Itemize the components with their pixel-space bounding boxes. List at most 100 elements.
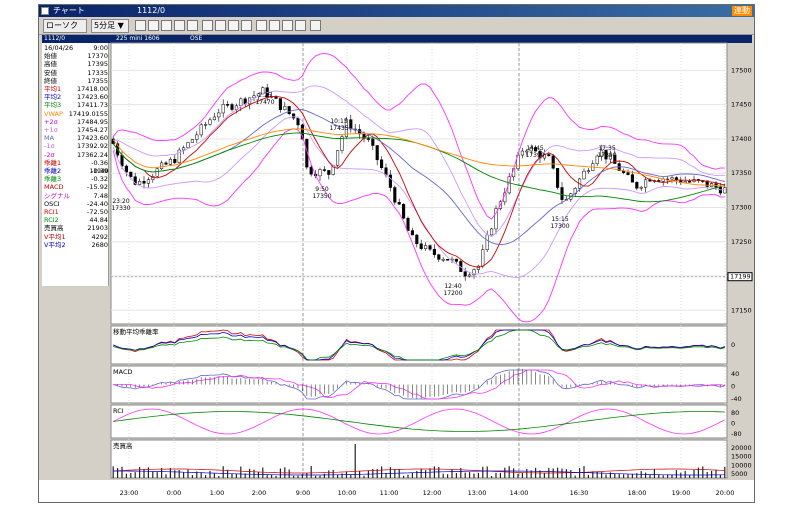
candle-body [723, 187, 727, 194]
time-tick-label: 10:00 [338, 489, 357, 497]
price-annotation-value: 17435 [329, 125, 348, 132]
candle-body [160, 162, 164, 170]
price-annotation-value: 17390 [597, 152, 616, 159]
time-tick-label: 20:00 [716, 489, 735, 497]
candle-body [406, 217, 410, 231]
candle-body [168, 158, 172, 165]
candle-body [327, 170, 331, 175]
price-annotation-time: 17:35 [598, 145, 615, 152]
candle-body [186, 142, 190, 149]
candle-body [432, 248, 436, 255]
price-tick-label: 17400 [731, 135, 752, 143]
price-tick-label: 17300 [731, 203, 752, 211]
time-tick-label: 13:00 [468, 489, 487, 497]
time-tick-label: 12:00 [423, 489, 442, 497]
macd-tick-label: 40 [731, 370, 739, 378]
candle-body [481, 249, 485, 267]
price-annotation-time: 15:15 [551, 216, 568, 223]
candle-body [204, 124, 208, 126]
time-tick-label: 0:00 [167, 489, 182, 497]
price-annotation-value: 17200 [443, 290, 462, 297]
candle-body [441, 259, 445, 261]
candle-body [366, 138, 370, 140]
candle-body [199, 124, 203, 136]
rci-panel [110, 404, 728, 439]
candle-body [454, 258, 458, 262]
current-price-label: 17199 [730, 273, 751, 281]
candle-body [371, 138, 375, 146]
candle-body [195, 134, 199, 140]
time-tick-label: 2:00 [252, 489, 267, 497]
candle-body [375, 145, 379, 161]
volume-tick-label: 15000 [731, 453, 752, 461]
price-annotation-value: 17390 [525, 152, 544, 159]
macd-tick-label: 0 [731, 383, 735, 391]
candle-body [138, 180, 142, 185]
candle-body [410, 230, 414, 236]
candle-body [349, 119, 353, 130]
candle-body [164, 162, 168, 165]
candle-body [296, 117, 300, 126]
candle-body [639, 186, 643, 189]
candle-body [683, 181, 687, 183]
candle-body [155, 168, 159, 177]
price-annotation-time: 14:45 [526, 145, 543, 152]
time-tick-label: 23:00 [120, 489, 139, 497]
candle-body [190, 139, 194, 143]
candle-body [124, 165, 128, 173]
candle-body [336, 150, 340, 166]
time-tick-label: 14:00 [510, 489, 529, 497]
volume-tick-label: 5000 [731, 470, 748, 478]
candle-body [239, 98, 243, 107]
candle-body [287, 106, 291, 114]
price-annotation-time: 9:50 [315, 186, 329, 193]
time-tick-label: 9:00 [296, 489, 311, 497]
price-tick-label: 17350 [731, 169, 752, 177]
candle-body [556, 168, 560, 188]
candle-body [146, 179, 150, 184]
candle-body [586, 170, 590, 172]
candle-body [278, 98, 282, 110]
price-annotation-value: 17470 [255, 99, 274, 106]
candle-body [322, 169, 326, 171]
candle-body [551, 155, 555, 169]
time-tick-label: 18:00 [628, 489, 647, 497]
candle-body [547, 154, 551, 157]
candle-body [292, 113, 296, 119]
time-tick-label: 16:30 [570, 489, 589, 497]
candle-body [388, 174, 392, 188]
candle-body [212, 116, 216, 121]
candle-body [221, 104, 225, 114]
candle-body [318, 169, 322, 177]
candle-body [252, 95, 256, 99]
price-annotation-time: 11940 [89, 168, 108, 175]
candle-body [415, 234, 419, 245]
price-annotation-time: 12:40 [444, 283, 461, 290]
candle-body [173, 158, 177, 163]
candle-body [182, 147, 186, 151]
candle-body [397, 202, 401, 205]
candle-body [468, 274, 472, 277]
price-tick-label: 17450 [731, 101, 752, 109]
time-tick-label: 11:00 [380, 489, 399, 497]
candle-body [217, 112, 221, 118]
candle-body [476, 265, 480, 270]
volume-panel-title: 売買高 [113, 441, 133, 450]
deviation-tick-label: 0 [731, 341, 735, 349]
candle-body [490, 228, 494, 236]
candle-body [437, 254, 441, 260]
price-tick-label: 17500 [731, 66, 752, 74]
rci-tick-label: 80 [731, 409, 739, 417]
price-tick-label: 17250 [731, 238, 752, 246]
candle-body [644, 179, 648, 188]
candle-body [626, 172, 630, 175]
candle-body [208, 119, 212, 125]
candle-body [120, 154, 124, 167]
chart-canvas[interactable]: 23:00 0:00 1:00 2:00 9:00 10:00 11:00 12:00 13:0… [39, 5, 754, 502]
rci-panel-title: RCI [113, 407, 124, 415]
candle-body [129, 171, 133, 177]
candle-body [283, 106, 287, 110]
candle-body [419, 243, 423, 249]
candle-body [582, 170, 586, 180]
volume-tick-label: 20000 [731, 444, 752, 452]
